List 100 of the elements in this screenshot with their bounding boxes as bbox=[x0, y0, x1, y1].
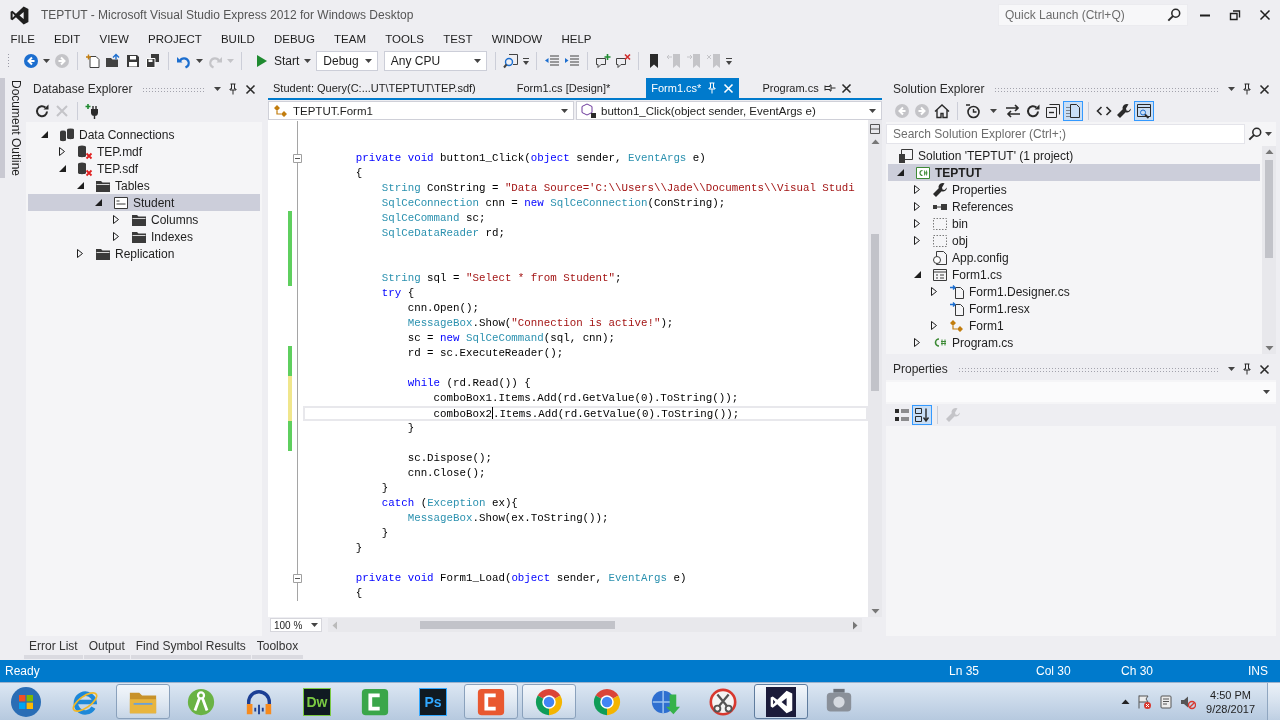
split-handle-icon[interactable] bbox=[869, 123, 881, 135]
categorized-list-icon[interactable] bbox=[894, 407, 910, 423]
clock-icon[interactable] bbox=[965, 103, 981, 119]
caret-icon[interactable] bbox=[43, 59, 50, 63]
menu-item[interactable]: FILE bbox=[1, 33, 45, 45]
refresh-icon[interactable] bbox=[34, 103, 50, 119]
uncomment-icon[interactable] bbox=[614, 53, 631, 69]
tree-item[interactable]: TEPTUT bbox=[888, 164, 1260, 181]
close-icon[interactable] bbox=[1259, 83, 1270, 95]
vertical-scrollbar[interactable] bbox=[868, 120, 882, 617]
collapse-box-icon[interactable] bbox=[293, 154, 302, 163]
pinned-icon[interactable] bbox=[823, 82, 836, 94]
close-icon[interactable] bbox=[245, 83, 256, 95]
open-folder-icon[interactable] bbox=[105, 53, 121, 69]
scrollbar-thumb[interactable] bbox=[420, 621, 615, 629]
tree-item[interactable]: Properties bbox=[888, 181, 1260, 198]
expand-arrow-icon[interactable] bbox=[914, 185, 920, 194]
caret-icon[interactable] bbox=[214, 87, 221, 91]
quick-launch-field[interactable]: Quick Launch (Ctrl+Q) bbox=[998, 4, 1188, 26]
search-icon[interactable] bbox=[1167, 8, 1181, 22]
expand-arrow-icon[interactable] bbox=[914, 202, 920, 211]
expand-arrow-icon[interactable] bbox=[931, 321, 937, 330]
refresh-icon[interactable] bbox=[1025, 103, 1041, 119]
find-icon[interactable] bbox=[502, 53, 519, 69]
expand-arrow-icon[interactable] bbox=[59, 147, 65, 156]
new-document-icon[interactable] bbox=[85, 53, 101, 69]
comment-icon[interactable] bbox=[594, 53, 611, 69]
menu-item[interactable]: VIEW bbox=[89, 33, 139, 45]
tree-item[interactable]: bin bbox=[888, 215, 1260, 232]
search-field[interactable]: Search Solution Explorer (Ctrl+;) bbox=[886, 124, 1245, 144]
tree-item[interactable]: References bbox=[888, 198, 1260, 215]
wrench-icon[interactable] bbox=[1116, 103, 1132, 119]
collapse-box-icon[interactable] bbox=[293, 574, 302, 583]
segmented-circle-icon[interactable] bbox=[592, 686, 622, 717]
dropdown[interactable]: Debug bbox=[316, 51, 378, 71]
collapse-arrow-icon[interactable] bbox=[896, 169, 904, 176]
caret-icon[interactable] bbox=[304, 59, 312, 63]
tree-item[interactable]: obj bbox=[888, 232, 1260, 249]
scissors-icon[interactable] bbox=[708, 686, 738, 717]
app-logo[interactable]: Dw bbox=[303, 687, 331, 716]
scroll-down-icon[interactable] bbox=[1264, 346, 1274, 351]
bracket-tile-icon[interactable] bbox=[360, 686, 390, 717]
tree-item[interactable]: Solution 'TEPTUT' (1 project) bbox=[888, 147, 1260, 164]
tree-item[interactable]: TEP.mdf bbox=[28, 143, 260, 160]
tree-item[interactable]: Data Connections bbox=[28, 126, 260, 143]
clock-time[interactable]: 4:50 PM bbox=[1210, 687, 1251, 702]
restore-icon[interactable] bbox=[1229, 9, 1241, 21]
caret-icon[interactable] bbox=[1228, 87, 1235, 91]
close-icon[interactable] bbox=[1259, 363, 1270, 375]
compass-icon[interactable] bbox=[186, 686, 216, 717]
tree-item[interactable]: Form1.resx bbox=[888, 300, 1260, 317]
menu-item[interactable]: DEBUG bbox=[264, 33, 325, 45]
vertical-scrollbar[interactable] bbox=[1262, 146, 1276, 354]
document-tab[interactable]: Form1.cs [Design]* bbox=[511, 78, 616, 98]
expand-arrow-icon[interactable] bbox=[77, 249, 83, 258]
caret-up-icon[interactable] bbox=[1121, 699, 1131, 704]
app-logo[interactable]: Ps bbox=[419, 687, 447, 716]
search-icon[interactable] bbox=[1248, 127, 1262, 141]
tree-item[interactable]: Columns bbox=[28, 211, 260, 228]
document-tab[interactable]: Student: Query(C:...UT\TEPTUT\TEP.sdf) bbox=[268, 78, 481, 98]
menu-item[interactable]: HELP bbox=[551, 33, 602, 45]
expand-arrow-icon[interactable] bbox=[113, 232, 119, 241]
tree-item[interactable]: Form1.Designer.cs bbox=[888, 283, 1260, 300]
expand-arrow-icon[interactable] bbox=[914, 219, 920, 228]
collapse-all-icon[interactable] bbox=[1045, 103, 1061, 119]
scrollbar-thumb[interactable] bbox=[871, 234, 879, 391]
clock-date[interactable]: 9/28/2017 bbox=[1206, 701, 1255, 716]
caret-icon[interactable] bbox=[989, 109, 997, 113]
flag-error-icon[interactable] bbox=[1136, 693, 1153, 710]
pin-icon[interactable] bbox=[1241, 83, 1253, 95]
menu-item[interactable]: TEST bbox=[433, 33, 483, 45]
caret-icon[interactable] bbox=[725, 57, 732, 65]
tree-item[interactable]: Program.cs bbox=[888, 334, 1260, 351]
save-icon[interactable] bbox=[125, 53, 141, 69]
tree-item[interactable]: Replication bbox=[28, 245, 260, 262]
document-icon[interactable] bbox=[1158, 693, 1175, 710]
caret-icon[interactable] bbox=[522, 57, 529, 65]
menu-item[interactable]: PROJECT bbox=[138, 33, 212, 45]
expand-arrow-icon[interactable] bbox=[914, 338, 920, 347]
sync-arrows-icon[interactable] bbox=[1005, 103, 1021, 119]
scroll-up-icon[interactable] bbox=[870, 139, 880, 144]
close-icon[interactable] bbox=[1259, 9, 1271, 21]
expand-arrow-icon[interactable] bbox=[914, 236, 920, 245]
dropdown[interactable]: Any CPU bbox=[383, 51, 487, 71]
tree-item[interactable]: TEP.sdf bbox=[28, 160, 260, 177]
menu-item[interactable]: WINDOW bbox=[482, 33, 552, 45]
collapse-arrow-icon[interactable] bbox=[76, 182, 84, 189]
horizontal-scrollbar[interactable] bbox=[328, 618, 862, 632]
tree-item[interactable]: Indexes bbox=[28, 228, 260, 245]
scroll-up-icon[interactable] bbox=[1264, 149, 1274, 154]
menu-item[interactable]: BUILD bbox=[211, 33, 265, 45]
close-icon[interactable] bbox=[840, 82, 852, 94]
type-dropdown[interactable]: TEPTUT.Form1 bbox=[268, 101, 574, 120]
collapse-arrow-icon[interactable] bbox=[94, 199, 102, 206]
menu-item[interactable]: TEAM bbox=[324, 33, 376, 45]
menu-item[interactable]: TOOLS bbox=[375, 33, 434, 45]
scroll-down-icon[interactable] bbox=[870, 609, 880, 614]
home-icon[interactable] bbox=[934, 103, 950, 119]
minimize-icon[interactable] bbox=[1200, 13, 1210, 17]
start-button[interactable]: Start bbox=[250, 53, 303, 69]
